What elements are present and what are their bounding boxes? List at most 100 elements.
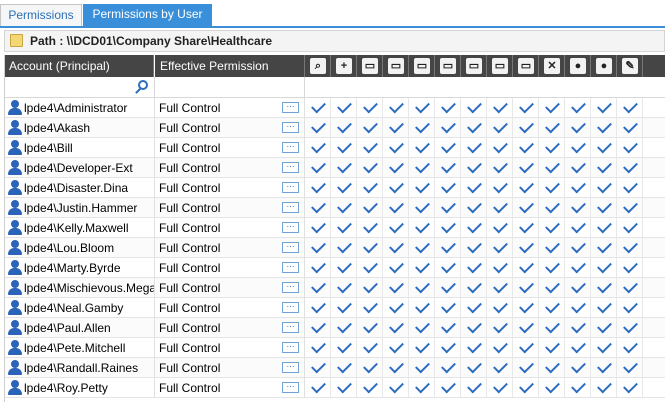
details-button[interactable]: ⋯ <box>282 242 299 253</box>
check-icon <box>519 318 534 334</box>
account-name: lpde4\Developer-Ext <box>24 161 133 175</box>
column-header-write-extended-attributes[interactable]: ▭ <box>487 55 513 77</box>
column-header-delete-subfolders[interactable]: ▭ <box>513 55 539 77</box>
permissions-grid: Account (Principal) Effective Permission… <box>4 55 665 402</box>
account-cell: lpde4\Randall.Raines <box>5 358 155 378</box>
column-header-create-folders[interactable]: ▭ <box>435 55 461 77</box>
details-button[interactable]: ⋯ <box>282 122 299 133</box>
table-row[interactable]: lpde4\Mischievous.Megan Full Control ⋯ <box>5 278 665 298</box>
check-icon <box>389 98 404 114</box>
check-icon <box>441 118 456 134</box>
column-header-read-permissions[interactable]: ● <box>565 55 591 77</box>
column-header-delete[interactable]: ✕ <box>539 55 565 77</box>
table-row[interactable]: lpde4\Kelly.Maxwell Full Control ⋯ <box>5 218 665 238</box>
details-button[interactable]: ⋯ <box>282 262 299 273</box>
check-icon <box>545 138 560 154</box>
details-button[interactable]: ⋯ <box>282 382 299 393</box>
permission-cell-read-attributes <box>357 298 383 318</box>
details-button[interactable]: ⋯ <box>282 322 299 333</box>
column-header-effective-permission[interactable]: Effective Permission <box>155 55 305 77</box>
check-icon <box>493 378 508 394</box>
table-row[interactable]: lpde4\Developer-Ext Full Control ⋯ <box>5 158 665 178</box>
search-icon[interactable] <box>138 80 148 90</box>
table-row[interactable]: lpde4\Pete.Mitchell Full Control ⋯ <box>5 338 665 358</box>
table-row[interactable]: lpde4\Roy.Petty Full Control ⋯ <box>5 378 665 398</box>
check-icon <box>389 138 404 154</box>
check-icon <box>623 318 638 334</box>
filter-row <box>5 77 665 98</box>
user-icon <box>8 120 22 135</box>
check-icon <box>337 98 352 114</box>
check-icon <box>519 218 534 234</box>
check-icon <box>623 258 638 274</box>
permission-cell-read-permissions <box>565 118 591 138</box>
column-header-list-folder[interactable]: + <box>331 55 357 77</box>
check-icon <box>571 238 586 254</box>
permission-cell-take-ownership <box>617 238 643 258</box>
permission-cell-read-permissions <box>565 198 591 218</box>
permission-cell-take-ownership <box>617 258 643 278</box>
check-icon <box>441 358 456 374</box>
details-button[interactable]: ⋯ <box>282 202 299 213</box>
account-filter-input[interactable] <box>5 77 155 98</box>
column-header-account[interactable]: Account (Principal) <box>5 55 154 77</box>
tab-permissions-by-user[interactable]: Permissions by User <box>83 4 212 26</box>
table-row[interactable]: lpde4\Marty.Byrde Full Control ⋯ <box>5 258 665 278</box>
table-row[interactable]: lpde4\Paul.Allen Full Control ⋯ <box>5 318 665 338</box>
details-button[interactable]: ⋯ <box>282 142 299 153</box>
details-button[interactable]: ⋯ <box>282 302 299 313</box>
table-row[interactable]: lpde4\Randall.Raines Full Control ⋯ <box>5 358 665 378</box>
table-row[interactable]: lpde4\Justin.Hammer Full Control ⋯ <box>5 198 665 218</box>
details-button[interactable]: ⋯ <box>282 282 299 293</box>
table-row[interactable]: lpde4\Neal.Gamby Full Control ⋯ <box>5 298 665 318</box>
column-header-write-attributes[interactable]: ▭ <box>461 55 487 77</box>
effective-permission-cell: Full Control ⋯ <box>155 138 305 158</box>
write-extended-attributes-icon: ▭ <box>492 58 508 74</box>
details-button[interactable]: ⋯ <box>282 182 299 193</box>
permission-cell-read-permissions <box>565 318 591 338</box>
permission-cell-create-files <box>409 318 435 338</box>
permission-cell-write-attributes <box>461 378 487 398</box>
permission-cell-write-attributes <box>461 158 487 178</box>
column-header-create-files[interactable]: ▭ <box>409 55 435 77</box>
column-header-take-ownership[interactable]: ✎ <box>617 55 643 77</box>
permission-cell-delete-subfolders <box>513 158 539 178</box>
permission-cell-change-permissions <box>591 238 617 258</box>
check-icon <box>597 138 612 154</box>
effective-permission-cell: Full Control ⋯ <box>155 358 305 378</box>
check-icon <box>545 378 560 394</box>
permission-cell-take-ownership <box>617 98 643 118</box>
check-icon <box>441 218 456 234</box>
tab-permissions[interactable]: Permissions <box>0 4 82 26</box>
permission-cell-read-permissions <box>565 358 591 378</box>
table-row[interactable]: lpde4\Bill Full Control ⋯ <box>5 138 665 158</box>
details-button[interactable]: ⋯ <box>282 162 299 173</box>
column-header-read-attributes[interactable]: ▭ <box>357 55 383 77</box>
table-row[interactable]: lpde4\Akash Full Control ⋯ <box>5 118 665 138</box>
details-button[interactable]: ⋯ <box>282 342 299 353</box>
check-icon <box>441 378 456 394</box>
check-icon <box>545 238 560 254</box>
details-button[interactable]: ⋯ <box>282 102 299 113</box>
table-row[interactable]: lpde4\Lou.Bloom Full Control ⋯ <box>5 238 665 258</box>
effective-permission-value: Full Control <box>159 241 221 255</box>
check-icon <box>545 218 560 234</box>
check-icon <box>571 178 586 194</box>
effective-filter-input[interactable] <box>155 77 305 98</box>
account-cell: lpde4\Akash <box>5 118 155 138</box>
permission-cell-write-attributes <box>461 118 487 138</box>
details-button[interactable]: ⋯ <box>282 362 299 373</box>
column-header-change-permissions[interactable]: ● <box>591 55 617 77</box>
check-icon <box>493 198 508 214</box>
permission-cell-read-permissions <box>565 138 591 158</box>
permission-cell-create-folders <box>435 358 461 378</box>
user-icon <box>8 260 22 275</box>
table-row[interactable]: lpde4\Disaster.Dina Full Control ⋯ <box>5 178 665 198</box>
account-name: lpde4\Akash <box>24 121 91 135</box>
column-header-traverse-folder[interactable]: ⌕ <box>305 55 331 77</box>
details-button[interactable]: ⋯ <box>282 222 299 233</box>
check-icon <box>545 158 560 174</box>
table-row[interactable]: lpde4\Administrator Full Control ⋯ <box>5 98 665 118</box>
column-header-read-extended-attributes[interactable]: ▭ <box>383 55 409 77</box>
permission-cell-list-folder <box>331 258 357 278</box>
